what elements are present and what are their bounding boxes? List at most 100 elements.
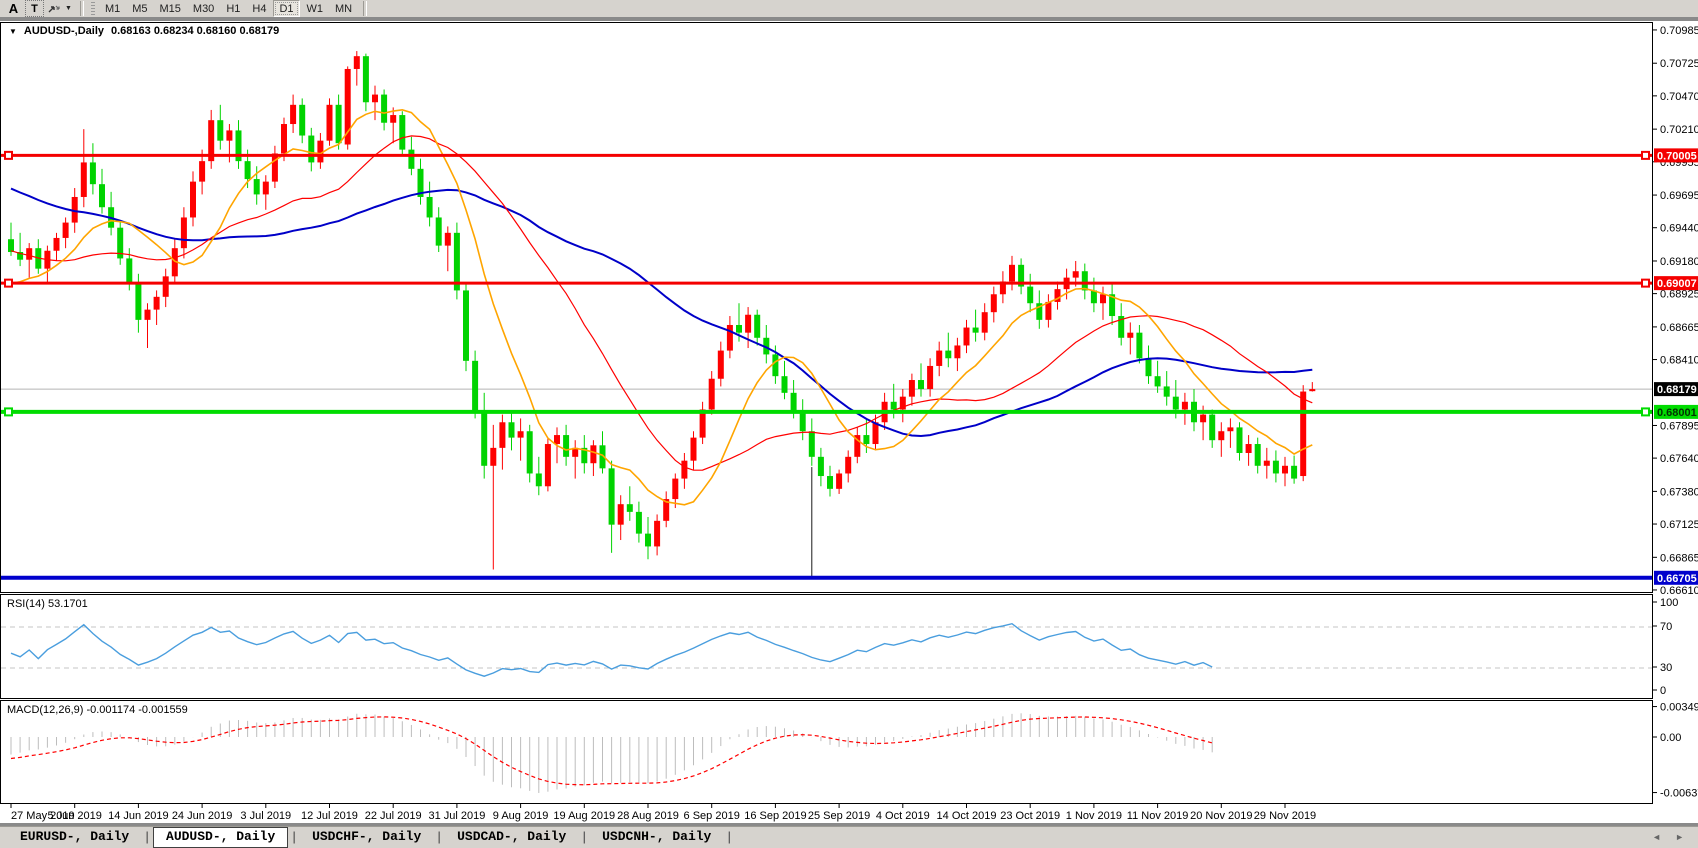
candle-body [836, 473, 842, 488]
candle-body [1291, 466, 1297, 479]
chart-tab-usdcad[interactable]: USDCAD-, Daily [445, 828, 578, 846]
candle-body [308, 136, 314, 163]
date-axis-label: 3 Jul 2019 [240, 810, 291, 822]
hline-price-badge: 0.66705 [1657, 573, 1697, 585]
tab-divider: | [580, 830, 588, 845]
candle-body [845, 457, 851, 474]
line-handle[interactable] [1642, 152, 1649, 159]
candle-body [381, 95, 387, 123]
price-axis-label: 0.68665 [1660, 322, 1698, 334]
candle-body [427, 197, 433, 217]
line-handle[interactable] [5, 408, 12, 415]
window-top-frame [0, 17, 1698, 21]
current-price-badge: 0.68179 [1657, 384, 1697, 396]
date-axis-label: 25 Sep 2019 [808, 810, 870, 822]
chart-tab-usdcnh[interactable]: USDCNH-, Daily [590, 828, 723, 846]
timeframe-button-m15[interactable]: M15 [155, 1, 186, 16]
price-axis-label: 0.67640 [1660, 453, 1698, 465]
candle-body [299, 105, 305, 136]
text-tool-button[interactable]: T [25, 0, 44, 17]
candle-body [199, 161, 205, 181]
candle-body [1264, 461, 1270, 466]
timeframe-group: M1M5M15M30H1H4D1W1MN [99, 0, 358, 17]
chart-tab-eurusd[interactable]: EURUSD-, Daily [8, 828, 141, 846]
collapse-triangle-icon[interactable]: ▼ [9, 27, 17, 36]
date-axis-label: 22 Jul 2019 [365, 810, 422, 822]
candle-body [827, 476, 833, 489]
candle-body [736, 325, 742, 333]
date-axis-label: 5 Jun 2019 [47, 810, 101, 822]
candle-body [254, 179, 260, 194]
scroll-left-icon[interactable]: ◄ [1652, 832, 1661, 842]
line-handle[interactable] [5, 152, 12, 159]
line-handle[interactable] [5, 280, 12, 287]
candle-body [281, 124, 287, 153]
timeframe-button-w1[interactable]: W1 [302, 1, 329, 16]
candle-body [654, 521, 660, 547]
candle-body [863, 435, 869, 444]
candle-body [645, 534, 651, 547]
candle-body [800, 412, 806, 431]
candle-body [1164, 386, 1170, 396]
candle-body [1082, 271, 1088, 290]
candle-body [691, 438, 697, 461]
line-handle[interactable] [1642, 280, 1649, 287]
price-axis-label: 0.70985 [1660, 25, 1698, 37]
chart-tab-usdchf[interactable]: USDCHF-, Daily [300, 828, 433, 846]
hline-price-badge: 0.70005 [1657, 150, 1697, 162]
price-axis-label: 0.69695 [1660, 190, 1698, 202]
candle-body [1091, 290, 1097, 303]
candle-body [163, 276, 169, 296]
candle-body [982, 312, 988, 332]
candle-body [1209, 415, 1215, 441]
candle-body [1282, 466, 1288, 474]
candle-body [490, 448, 496, 466]
candle-body [372, 95, 378, 103]
candle-body [927, 366, 933, 389]
toolbar-grip[interactable] [91, 2, 95, 16]
candle-body [463, 290, 469, 360]
chart-tab-audusd[interactable]: AUDUSD-, Daily [153, 827, 288, 848]
rsi-axis-label: 0 [1660, 685, 1666, 697]
scroll-right-icon[interactable]: ► [1675, 832, 1684, 842]
timeframe-button-d1[interactable]: D1 [273, 0, 299, 17]
candle-body [563, 435, 569, 457]
candle-body [26, 248, 32, 260]
timeframe-button-m1[interactable]: M1 [100, 1, 125, 16]
tabs-container: EURUSD-, Daily|AUDUSD-, Daily|USDCHF-, D… [8, 827, 735, 848]
candle-body [709, 379, 715, 410]
timeframe-button-h4[interactable]: H4 [247, 1, 271, 16]
candle-body [90, 162, 96, 184]
main-price-pane[interactable] [1, 23, 1653, 593]
chart-canvas[interactable]: 0.709850.707250.704700.702100.699550.696… [0, 0, 1698, 847]
timeframe-button-m30[interactable]: M30 [188, 1, 219, 16]
price-axis-label: 0.66865 [1660, 552, 1698, 564]
candle-body [973, 328, 979, 333]
candle-body [527, 431, 533, 473]
rsi-axis-label: 70 [1660, 621, 1672, 633]
candle-body [363, 56, 369, 102]
price-axis-label: 0.68925 [1660, 289, 1698, 301]
candle-body [408, 150, 414, 169]
arrow-tool-button[interactable]: A [5, 1, 22, 16]
candle-body [1200, 415, 1206, 423]
tab-divider: | [143, 830, 151, 845]
line-handle[interactable] [1642, 408, 1649, 415]
candle-body [1136, 333, 1142, 359]
price-axis-label: 0.70725 [1660, 58, 1698, 70]
candle-body [945, 351, 951, 359]
timeframe-button-m5[interactable]: M5 [127, 1, 152, 16]
rsi-pane[interactable] [1, 595, 1653, 699]
ohlc-values: 0.68163 0.68234 0.68160 0.68179 [111, 25, 279, 37]
price-axis-label: 0.70470 [1660, 91, 1698, 103]
timeframe-button-h1[interactable]: H1 [221, 1, 245, 16]
date-axis-label: 14 Oct 2019 [937, 810, 997, 822]
hline-price-badge: 0.68001 [1657, 407, 1697, 419]
date-axis-label: 1 Nov 2019 [1066, 810, 1122, 822]
rsi-indicator-label: RSI(14) 53.1701 [7, 598, 88, 610]
candle-body [436, 217, 442, 245]
tab-divider: | [435, 830, 443, 845]
cursor-tools-button[interactable]: ▼ [47, 1, 72, 16]
macd-pane[interactable] [1, 701, 1653, 804]
timeframe-button-mn[interactable]: MN [330, 1, 357, 16]
